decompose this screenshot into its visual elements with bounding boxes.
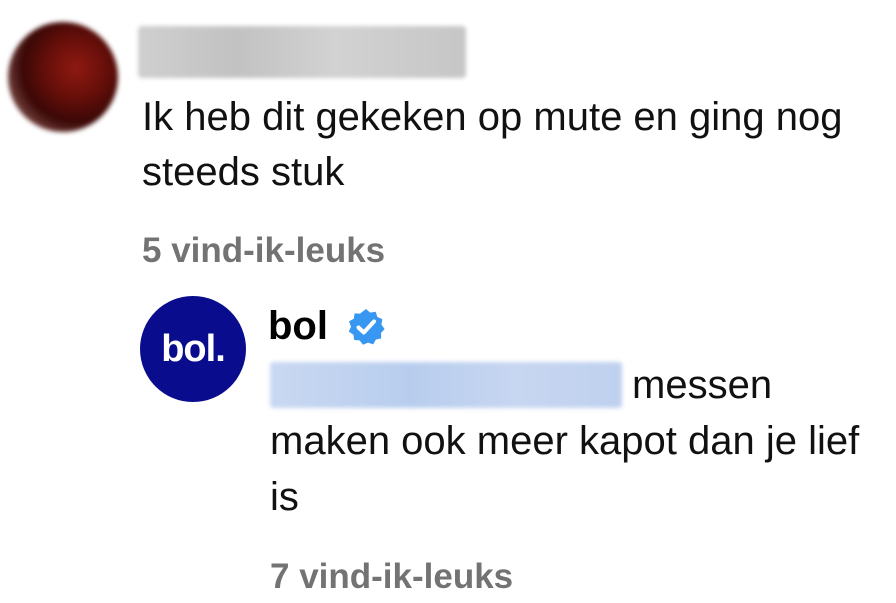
avatar-logo-text: bol.: [161, 328, 226, 370]
reply-author-name[interactable]: bol: [268, 302, 328, 350]
commenter-avatar[interactable]: [8, 22, 118, 132]
comment-text: Ik heb dit gekeken op mute en ging nog s…: [142, 95, 843, 194]
commenter-username-redacted: [138, 26, 466, 78]
comment-thread: Ik heb dit gekeken op mute en ging nog s…: [0, 0, 896, 603]
reply-text: messen maken ook meer kapot dan je lief …: [270, 363, 860, 519]
verified-badge-icon: [348, 309, 385, 345]
reply-author-avatar[interactable]: bol.: [140, 296, 246, 402]
reply-likes-count[interactable]: 7 vind-ik-leuks: [270, 556, 513, 598]
comment-likes-count[interactable]: 5 vind-ik-leuks: [142, 230, 385, 272]
